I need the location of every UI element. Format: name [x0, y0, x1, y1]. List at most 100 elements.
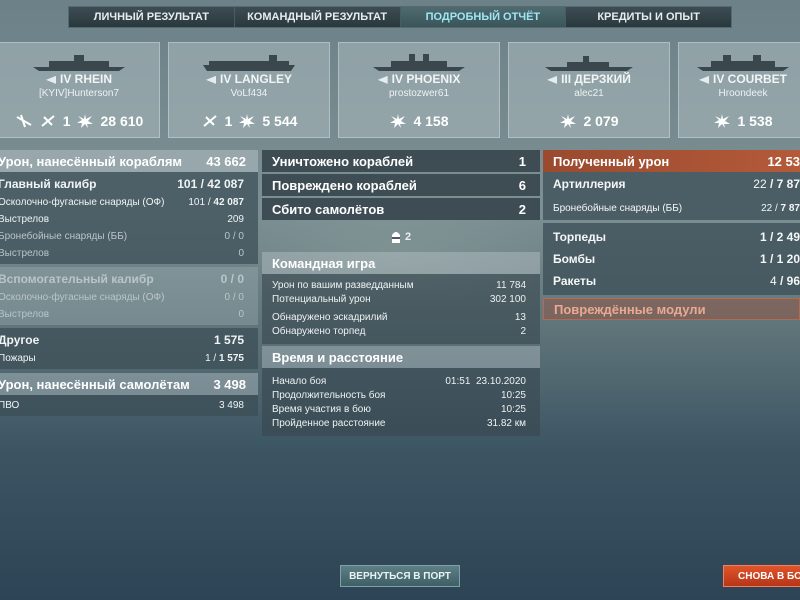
he-shots-label: Выстрелов: [0, 214, 50, 225]
ship-silhouette-icon: [373, 54, 465, 71]
team-play-title: Командная игра: [262, 252, 540, 274]
plane-damage-header: Урон, нанесённый самолётам 3 498: [0, 373, 258, 395]
sec-he-label: Осколочно-фугасные снаряды (ОФ): [0, 292, 165, 303]
aa-value: 3 498: [218, 400, 244, 411]
ship-card[interactable]: IV LANGLEY VoLf434 1 5 544: [168, 42, 330, 138]
main-battery-label: Главный калибр: [0, 177, 97, 191]
ship-card[interactable]: IV PHOENIX prostozwer61 4 158: [338, 42, 500, 138]
other-group: Другое 1 575 Пожары 1 / 1 575: [0, 328, 258, 369]
damage-value: 1 538: [737, 113, 773, 129]
ship-cards-row: IV RHEIN [KYIV]Hunterson7 1 28 610 IV LA…: [0, 42, 800, 138]
rockets-received-row: Ракеты 4 / 96: [553, 274, 800, 288]
torpedoes-received-row: Торпеды 1 / 2 49: [553, 230, 800, 244]
planes-value: 2: [518, 201, 526, 217]
ship-name: IV PHOENIX: [339, 72, 499, 86]
aa-group: ПВО 3 498: [0, 395, 258, 416]
damage-value: 2 079: [583, 113, 619, 129]
tab-team-result[interactable]: КОМАНДНЫЙ РЕЗУЛЬТАТ: [234, 7, 401, 27]
ship-silhouette-icon: [545, 56, 633, 71]
ship-damage-header: Урон, нанесённый кораблям 43 662: [0, 150, 258, 172]
ship-stats: 1 538: [679, 113, 800, 129]
ship-name: III ДЕРЗКИЙ: [509, 72, 669, 86]
main-battery-group: Главный калибр 101 / 42 087 Осколочно-фу…: [0, 172, 258, 264]
secondary-group: Вспомогательный калибр 0 / 0 Осколочно-ф…: [0, 267, 258, 325]
sec-he-row: Осколочно-фугасные снаряды (ОФ) 0 / 0: [0, 289, 258, 306]
ap-value: 0 / 0: [224, 231, 244, 242]
ship-damage-label: Урон, нанесённый кораблям: [0, 153, 183, 169]
secondary-row: Вспомогательный калибр 0 / 0: [0, 269, 258, 289]
fires-row: Пожары 1 / 1 575: [0, 350, 258, 367]
plane-kills-count: 1: [224, 113, 233, 129]
destroyed-row: Уничтожено кораблей 1: [262, 150, 540, 172]
planes-row: Сбито самолётов 2: [262, 198, 540, 220]
return-to-port-button[interactable]: ВЕРНУТЬСЯ В ПОРТ: [340, 565, 460, 587]
battle-start-row: Начало боя 01:51 23.10.2020: [272, 375, 526, 387]
other-label: Другое: [0, 333, 40, 347]
sec-shots-row: Выстрелов 0: [0, 306, 258, 323]
damage-burst-icon: [77, 114, 94, 128]
potential-row: Потенциальный урон 302 100: [272, 293, 526, 305]
damage-burst-icon: [390, 114, 407, 128]
aa-row: ПВО 3 498: [0, 397, 258, 414]
plane-damage-label: Урон, нанесённый самолётам: [0, 376, 190, 392]
torpedoes-spotted-row: Обнаружено торпед 2: [272, 325, 526, 337]
plane-kill-icon: [202, 115, 217, 127]
received-damage-header: Полученный урон 12 53: [543, 150, 800, 172]
sec-he-value: 0 / 0: [224, 292, 244, 303]
ship-class-icon: [205, 75, 216, 84]
ship-name: IV COURBET: [679, 72, 800, 86]
artillery-group: Артиллерия 22 / 7 87 Бронебойные снаряды…: [543, 172, 800, 220]
ap-received-row: Бронебойные снаряды (ББ) 22 / 7 87: [553, 203, 800, 214]
he-value: 101 / 42 087: [188, 197, 244, 208]
time-distance-block: Начало боя 01:51 23.10.2020 Продолжительн…: [262, 368, 540, 436]
sec-shots-label: Выстрелов: [0, 309, 50, 320]
damage-received-panel: Полученный урон 12 53 Артиллерия 22 / 7 …: [543, 150, 800, 320]
ship-stats: 1 5 544: [169, 113, 329, 129]
player-name: alec21: [574, 88, 604, 99]
he-row: Осколочно-фугасные снаряды (ОФ) 101 / 42…: [0, 194, 258, 211]
squadrons-row: Обнаружено эскадрилий 13: [272, 311, 526, 323]
damage-value: 28 610: [100, 113, 144, 129]
he-shots-row: Выстрелов 209: [0, 211, 258, 228]
ship-class-icon: [377, 75, 388, 84]
damaged-row: Повреждено кораблей 6: [262, 174, 540, 196]
aa-label: ПВО: [0, 400, 20, 411]
tab-bar: ЛИЧНЫЙ РЕЗУЛЬТАТ КОМАНДНЫЙ РЕЗУЛЬТАТ ПОД…: [68, 6, 732, 28]
aa-kills-row: 2: [262, 222, 540, 252]
he-shots-value: 209: [227, 214, 244, 225]
ship-damage-value: 43 662: [206, 153, 246, 169]
tab-credits-xp[interactable]: КРЕДИТЫ И ОПЫТ: [566, 7, 731, 27]
player-name: [KYIV]Hunterson7: [38, 88, 120, 99]
aa-kills-value: 2: [404, 231, 412, 243]
tab-detailed-report[interactable]: ПОДРОБНЫЙ ОТЧЁТ: [400, 7, 567, 27]
tab-personal-result[interactable]: ЛИЧНЫЙ РЕЗУЛЬТАТ: [69, 7, 235, 27]
ship-silhouette-icon: [33, 55, 125, 71]
fires-value: 1 / 1 575: [205, 353, 244, 364]
ship-class-icon: [698, 75, 709, 84]
damaged-modules-header[interactable]: Повреждённые модули: [543, 298, 800, 320]
time-distance-title: Время и расстояние: [262, 346, 540, 368]
ap-shots-label: Выстрелов: [0, 248, 50, 259]
plane-kills-count: 1: [62, 113, 71, 129]
duration-row: Продолжительность боя 10:25: [272, 389, 526, 401]
received-label: Полученный урон: [553, 153, 670, 169]
plane-shot-icon: [16, 114, 32, 128]
ship-class-icon: [547, 75, 558, 84]
plane-damage-value: 3 498: [213, 376, 246, 392]
ship-stats: 1 28 610: [0, 113, 159, 129]
damage-dealt-panel: Урон, нанесённый кораблям 43 662 Главный…: [0, 150, 258, 419]
player-name: prostozwer61: [388, 88, 450, 99]
damage-value: 5 544: [262, 113, 298, 129]
other-row: Другое 1 575: [0, 330, 258, 350]
damaged-value: 6: [518, 177, 526, 193]
ship-class-icon: [45, 75, 56, 84]
ship-card[interactable]: III ДЕРЗКИЙ alec21 2 079: [508, 42, 670, 138]
damage-burst-icon: [714, 114, 731, 128]
ship-card[interactable]: IV COURBET Hroondeek 1 538: [678, 42, 800, 138]
ap-shots-row: Выстрелов 0: [0, 245, 258, 262]
spotting-row: Урон по вашим разведданным 11 784: [272, 279, 526, 291]
secondary-label: Вспомогательный калибр: [0, 272, 154, 286]
ship-card[interactable]: IV RHEIN [KYIV]Hunterson7 1 28 610: [0, 42, 160, 138]
ship-stats: 2 079: [509, 113, 669, 129]
battle-again-button[interactable]: СНОВА В БОЙ: [723, 565, 800, 587]
